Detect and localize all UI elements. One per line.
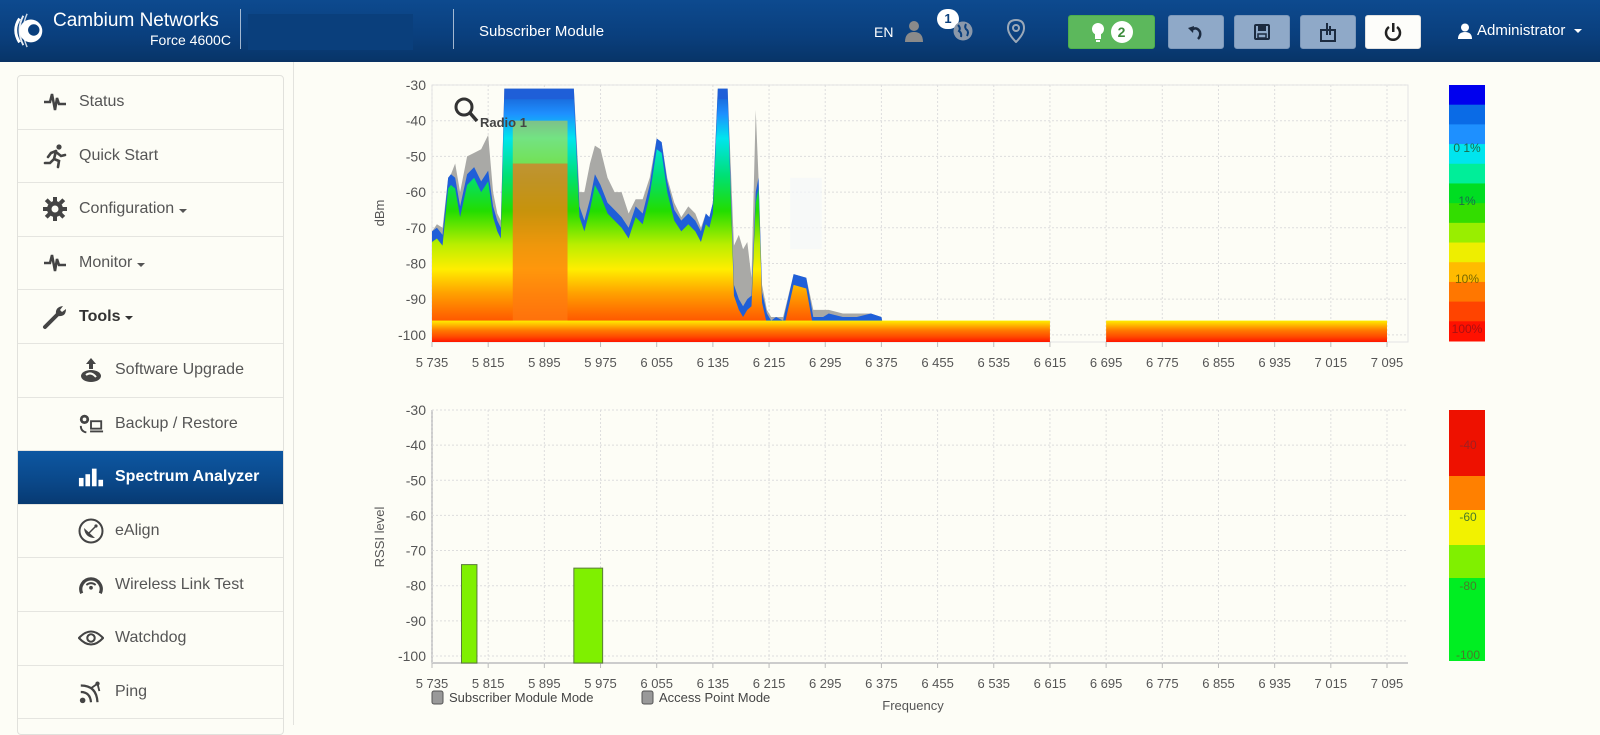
rssi-bar[interactable] xyxy=(460,564,478,664)
x-tick-label: 5 895 xyxy=(528,355,561,370)
x-tick-label: 5 735 xyxy=(416,676,449,691)
y-tick-label: -100 xyxy=(398,327,426,343)
blank-region xyxy=(790,177,822,250)
x-tick-label: 6 775 xyxy=(1146,355,1179,370)
x-tick-label: 6 535 xyxy=(977,676,1010,691)
x-tick-label: 6 055 xyxy=(640,676,673,691)
y-tick-label: -90 xyxy=(406,291,426,307)
legend-item-subscriber-module-mode[interactable]: Subscriber Module Mode xyxy=(431,690,594,705)
x-tick-label: 6 455 xyxy=(921,355,954,370)
x-tick-label: 6 295 xyxy=(809,355,842,370)
y-tick-label: -90 xyxy=(406,613,426,629)
color-scale-label: 1% xyxy=(1458,194,1476,208)
y-tick-label: -50 xyxy=(406,472,426,488)
y-tick-label: -100 xyxy=(398,648,426,664)
color-scale-label: -100 xyxy=(1456,648,1480,662)
y-axis-label: dBm xyxy=(372,200,387,227)
y-axis-label: RSSI level xyxy=(372,507,387,568)
x-tick-label: 6 775 xyxy=(1146,676,1179,691)
x-tick-label: 6 695 xyxy=(1090,355,1123,370)
y-tick-label: -80 xyxy=(406,255,426,271)
y-tick-label: -40 xyxy=(406,437,426,453)
x-tick-label: 5 735 xyxy=(416,355,449,370)
color-scale-label: 100% xyxy=(1452,322,1483,336)
legend-checkbox[interactable] xyxy=(641,690,654,705)
x-tick-label: 7 015 xyxy=(1315,676,1348,691)
color-scale-swatch xyxy=(1449,476,1485,510)
legend-item-access-point-mode[interactable]: Access Point Mode xyxy=(641,690,770,705)
x-tick-label: 7 095 xyxy=(1371,355,1404,370)
x-tick-label: 5 975 xyxy=(584,676,617,691)
x-tick-label: 6 855 xyxy=(1202,676,1235,691)
y-tick-label: -40 xyxy=(406,113,426,129)
x-tick-label: 6 455 xyxy=(921,676,954,691)
x-tick-label: 6 215 xyxy=(753,676,786,691)
legend-label: Access Point Mode xyxy=(659,690,770,705)
x-tick-label: 6 615 xyxy=(1034,676,1067,691)
color-scale-swatch xyxy=(1449,545,1485,578)
color-scale-label: 10% xyxy=(1455,272,1479,286)
x-tick-label: 6 935 xyxy=(1258,355,1291,370)
y-tick-label: -70 xyxy=(406,543,426,559)
color-scale-label: 0 1% xyxy=(1453,141,1481,155)
rssi-color-scale: -40 -60 -80 -100 xyxy=(1449,410,1485,662)
x-tick-label: 6 135 xyxy=(697,355,730,370)
color-scale-label: -60 xyxy=(1459,510,1477,524)
x-tick-label: 6 135 xyxy=(697,676,730,691)
noise-floor-band xyxy=(1106,320,1387,342)
x-tick-label: 7 095 xyxy=(1371,676,1404,691)
x-tick-label: 7 015 xyxy=(1315,355,1348,370)
y-tick-label: -80 xyxy=(406,578,426,594)
x-tick-label: 5 815 xyxy=(472,355,505,370)
chart-title: Radio 1 xyxy=(480,115,527,130)
x-tick-label: 6 055 xyxy=(640,355,673,370)
color-scale-legend: 0 1% 1% 10% 100% xyxy=(1449,85,1485,342)
y-tick-label: -70 xyxy=(406,220,426,236)
y-tick-label: -30 xyxy=(406,402,426,418)
x-tick-label: 5 975 xyxy=(584,355,617,370)
spectrum-charts: -30 -40 -50 -60 -70 -80 -90 -100 5 735 5 815 5 895… xyxy=(372,77,1485,713)
x-tick-label: 6 855 xyxy=(1202,355,1235,370)
color-scale-swatch xyxy=(1449,104,1485,125)
y-tick-label: -60 xyxy=(406,507,426,523)
y-tick-label: -60 xyxy=(406,184,426,200)
noise-floor-band xyxy=(432,320,1050,342)
x-tick-label: 6 215 xyxy=(753,355,786,370)
rssi-bar-chart: -30 -40 -50 -60 -70 -80 -90 -100 5 735 5 815 5 895… xyxy=(372,402,1485,713)
spectrum-heatmap-chart: -30 -40 -50 -60 -70 -80 -90 -100 5 735 5 815 5 895… xyxy=(372,77,1485,370)
color-scale-swatch xyxy=(1449,222,1485,244)
color-scale-label: -80 xyxy=(1459,579,1477,593)
x-tick-label: 6 535 xyxy=(977,355,1010,370)
x-tick-label: 5 895 xyxy=(528,676,561,691)
magnifier-handle xyxy=(468,111,479,123)
chart-legend: Subscriber Module Mode Access Point Mode xyxy=(431,690,770,705)
strong-signal-band xyxy=(512,163,568,342)
color-scale-swatch xyxy=(1449,242,1485,263)
legend-checkbox[interactable] xyxy=(431,690,444,705)
x-tick-label: 6 935 xyxy=(1258,676,1291,691)
color-scale-swatch xyxy=(1449,301,1485,322)
zoom-magnifier-icon[interactable] xyxy=(454,97,479,123)
color-scale-label: -40 xyxy=(1459,438,1477,452)
x-tick-label: 5 815 xyxy=(472,676,505,691)
y-tick-label: -30 xyxy=(406,77,426,93)
y-tick-label: -50 xyxy=(406,148,426,164)
x-tick-label: 6 695 xyxy=(1090,676,1123,691)
color-scale-swatch xyxy=(1449,163,1485,184)
x-tick-label: 6 295 xyxy=(809,676,842,691)
x-tick-label: 6 375 xyxy=(865,355,898,370)
magnifier-circle xyxy=(454,97,474,117)
color-scale-swatch xyxy=(1449,85,1485,106)
x-tick-label: 6 615 xyxy=(1034,355,1067,370)
rssi-bar[interactable] xyxy=(573,567,604,664)
x-tick-label: 6 375 xyxy=(865,676,898,691)
legend-label: Subscriber Module Mode xyxy=(449,690,594,705)
x-axis-label: Frequency xyxy=(882,698,944,713)
